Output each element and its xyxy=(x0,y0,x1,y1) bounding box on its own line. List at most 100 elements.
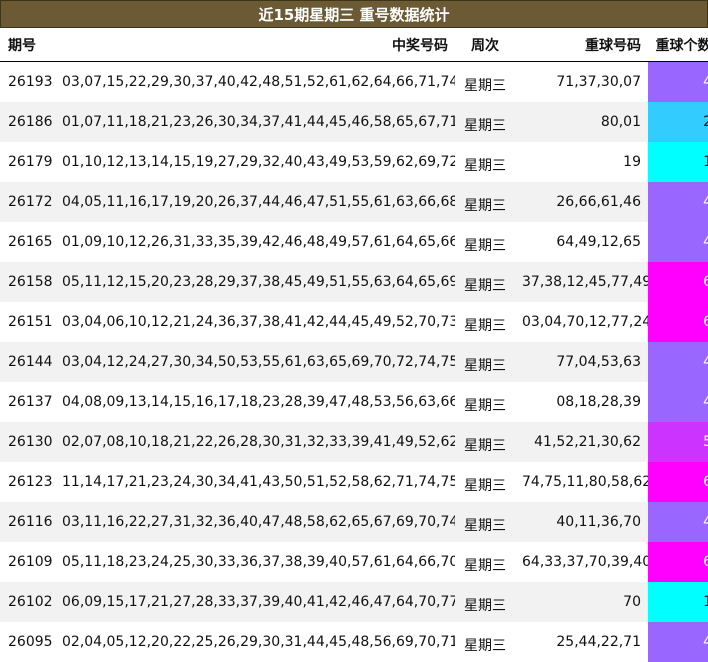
cell-weekday: 星期三 xyxy=(455,102,515,142)
cell-count: 4 xyxy=(648,342,708,382)
cell-count: 4 xyxy=(648,182,708,222)
cell-repeat: 26,66,61,46 xyxy=(515,182,648,222)
cell-issue: 26137 xyxy=(0,382,55,422)
cell-numbers: 06,09,15,17,21,27,28,33,37,39,40,41,42,4… xyxy=(55,582,455,622)
cell-issue: 26193 xyxy=(0,62,55,103)
cell-count: 4 xyxy=(648,382,708,422)
cell-weekday: 星期三 xyxy=(455,62,515,103)
stats-table: 期号 中奖号码 周次 重球号码 重球个数 2619303,07,15,22,29… xyxy=(0,28,708,662)
cell-count: 4 xyxy=(648,222,708,262)
table-row: 2613704,08,09,13,14,15,16,17,18,23,28,39… xyxy=(0,382,708,422)
cell-repeat: 25,44,22,71 xyxy=(515,622,648,662)
cell-weekday: 星期三 xyxy=(455,622,515,662)
cell-numbers: 05,11,18,23,24,25,30,33,36,37,38,39,40,5… xyxy=(55,542,455,582)
cell-repeat: 74,75,11,80,58,62 xyxy=(515,462,648,502)
cell-issue: 26102 xyxy=(0,582,55,622)
cell-count: 1 xyxy=(648,582,708,622)
table-row: 2617901,10,12,13,14,15,19,27,29,32,40,43… xyxy=(0,142,708,182)
cell-count: 5 xyxy=(648,422,708,462)
table-row: 2615805,11,12,15,20,23,28,29,37,38,45,49… xyxy=(0,262,708,302)
cell-weekday: 星期三 xyxy=(455,302,515,342)
table-row: 2613002,07,08,10,18,21,22,26,28,30,31,32… xyxy=(0,422,708,462)
header-issue: 期号 xyxy=(0,28,55,62)
table-body: 2619303,07,15,22,29,30,37,40,42,48,51,52… xyxy=(0,62,708,662)
cell-issue: 26095 xyxy=(0,622,55,662)
cell-repeat: 41,52,21,30,62 xyxy=(515,422,648,462)
table-row: 2610206,09,15,17,21,27,28,33,37,39,40,41… xyxy=(0,582,708,622)
cell-issue: 26158 xyxy=(0,262,55,302)
cell-repeat: 37,38,12,45,77,49 xyxy=(515,262,648,302)
cell-repeat: 19 xyxy=(515,142,648,182)
cell-issue: 26151 xyxy=(0,302,55,342)
cell-repeat: 40,11,36,70 xyxy=(515,502,648,542)
cell-weekday: 星期三 xyxy=(455,142,515,182)
table-row: 2609502,04,05,12,20,22,25,26,29,30,31,44… xyxy=(0,622,708,662)
cell-numbers: 03,11,16,22,27,31,32,36,40,47,48,58,62,6… xyxy=(55,502,455,542)
cell-weekday: 星期三 xyxy=(455,542,515,582)
cell-numbers: 03,04,12,24,27,30,34,50,53,55,61,63,65,6… xyxy=(55,342,455,382)
stats-panel: 近15期星期三 重号数据统计 期号 中奖号码 周次 重球号码 重球个数 2619… xyxy=(0,0,708,662)
table-row: 2610905,11,18,23,24,25,30,33,36,37,38,39… xyxy=(0,542,708,582)
table-row: 2617204,05,11,16,17,19,20,26,37,44,46,47… xyxy=(0,182,708,222)
cell-weekday: 星期三 xyxy=(455,222,515,262)
table-row: 2614403,04,12,24,27,30,34,50,53,55,61,63… xyxy=(0,342,708,382)
cell-count: 4 xyxy=(648,502,708,542)
cell-weekday: 星期三 xyxy=(455,382,515,422)
cell-issue: 26186 xyxy=(0,102,55,142)
table-row: 2616501,09,10,12,26,31,33,35,39,42,46,48… xyxy=(0,222,708,262)
cell-repeat: 64,49,12,65 xyxy=(515,222,648,262)
header-weekday: 周次 xyxy=(455,28,515,62)
cell-repeat: 03,04,70,12,77,24 xyxy=(515,302,648,342)
cell-issue: 26130 xyxy=(0,422,55,462)
cell-issue: 26109 xyxy=(0,542,55,582)
table-row: 2618601,07,11,18,21,23,26,30,34,37,41,44… xyxy=(0,102,708,142)
cell-weekday: 星期三 xyxy=(455,582,515,622)
cell-weekday: 星期三 xyxy=(455,342,515,382)
cell-issue: 26179 xyxy=(0,142,55,182)
cell-repeat: 64,33,37,70,39,40 xyxy=(515,542,648,582)
table-row: 2615103,04,06,10,12,21,24,36,37,38,41,42… xyxy=(0,302,708,342)
cell-count: 6 xyxy=(648,542,708,582)
cell-numbers: 02,07,08,10,18,21,22,26,28,30,31,32,33,3… xyxy=(55,422,455,462)
cell-numbers: 11,14,17,21,23,24,30,34,41,43,50,51,52,5… xyxy=(55,462,455,502)
cell-numbers: 04,08,09,13,14,15,16,17,18,23,28,39,47,4… xyxy=(55,382,455,422)
cell-weekday: 星期三 xyxy=(455,182,515,222)
cell-numbers: 05,11,12,15,20,23,28,29,37,38,45,49,51,5… xyxy=(55,262,455,302)
table-row: 2619303,07,15,22,29,30,37,40,42,48,51,52… xyxy=(0,62,708,103)
page-title: 近15期星期三 重号数据统计 xyxy=(0,0,708,28)
table-row: 2612311,14,17,21,23,24,30,34,41,43,50,51… xyxy=(0,462,708,502)
cell-weekday: 星期三 xyxy=(455,422,515,462)
header-count: 重球个数 xyxy=(648,28,708,62)
cell-issue: 26123 xyxy=(0,462,55,502)
cell-issue: 26172 xyxy=(0,182,55,222)
cell-repeat: 80,01 xyxy=(515,102,648,142)
cell-count: 2 xyxy=(648,102,708,142)
cell-repeat: 08,18,28,39 xyxy=(515,382,648,422)
cell-count: 6 xyxy=(648,302,708,342)
cell-issue: 26116 xyxy=(0,502,55,542)
cell-count: 4 xyxy=(648,622,708,662)
table-row: 2611603,11,16,22,27,31,32,36,40,47,48,58… xyxy=(0,502,708,542)
header-numbers: 中奖号码 xyxy=(55,28,455,62)
cell-repeat: 71,37,30,07 xyxy=(515,62,648,103)
cell-numbers: 01,09,10,12,26,31,33,35,39,42,46,48,49,5… xyxy=(55,222,455,262)
table-header-row: 期号 中奖号码 周次 重球号码 重球个数 xyxy=(0,28,708,62)
cell-numbers: 03,07,15,22,29,30,37,40,42,48,51,52,61,6… xyxy=(55,62,455,103)
cell-numbers: 01,10,12,13,14,15,19,27,29,32,40,43,49,5… xyxy=(55,142,455,182)
cell-count: 6 xyxy=(648,462,708,502)
cell-weekday: 星期三 xyxy=(455,262,515,302)
cell-issue: 26165 xyxy=(0,222,55,262)
cell-issue: 26144 xyxy=(0,342,55,382)
cell-weekday: 星期三 xyxy=(455,462,515,502)
header-repeat: 重球号码 xyxy=(515,28,648,62)
cell-numbers: 01,07,11,18,21,23,26,30,34,37,41,44,45,4… xyxy=(55,102,455,142)
cell-repeat: 70 xyxy=(515,582,648,622)
cell-numbers: 03,04,06,10,12,21,24,36,37,38,41,42,44,4… xyxy=(55,302,455,342)
cell-count: 6 xyxy=(648,262,708,302)
cell-weekday: 星期三 xyxy=(455,502,515,542)
cell-count: 4 xyxy=(648,62,708,103)
cell-repeat: 77,04,53,63 xyxy=(515,342,648,382)
cell-numbers: 02,04,05,12,20,22,25,26,29,30,31,44,45,4… xyxy=(55,622,455,662)
cell-numbers: 04,05,11,16,17,19,20,26,37,44,46,47,51,5… xyxy=(55,182,455,222)
cell-count: 1 xyxy=(648,142,708,182)
